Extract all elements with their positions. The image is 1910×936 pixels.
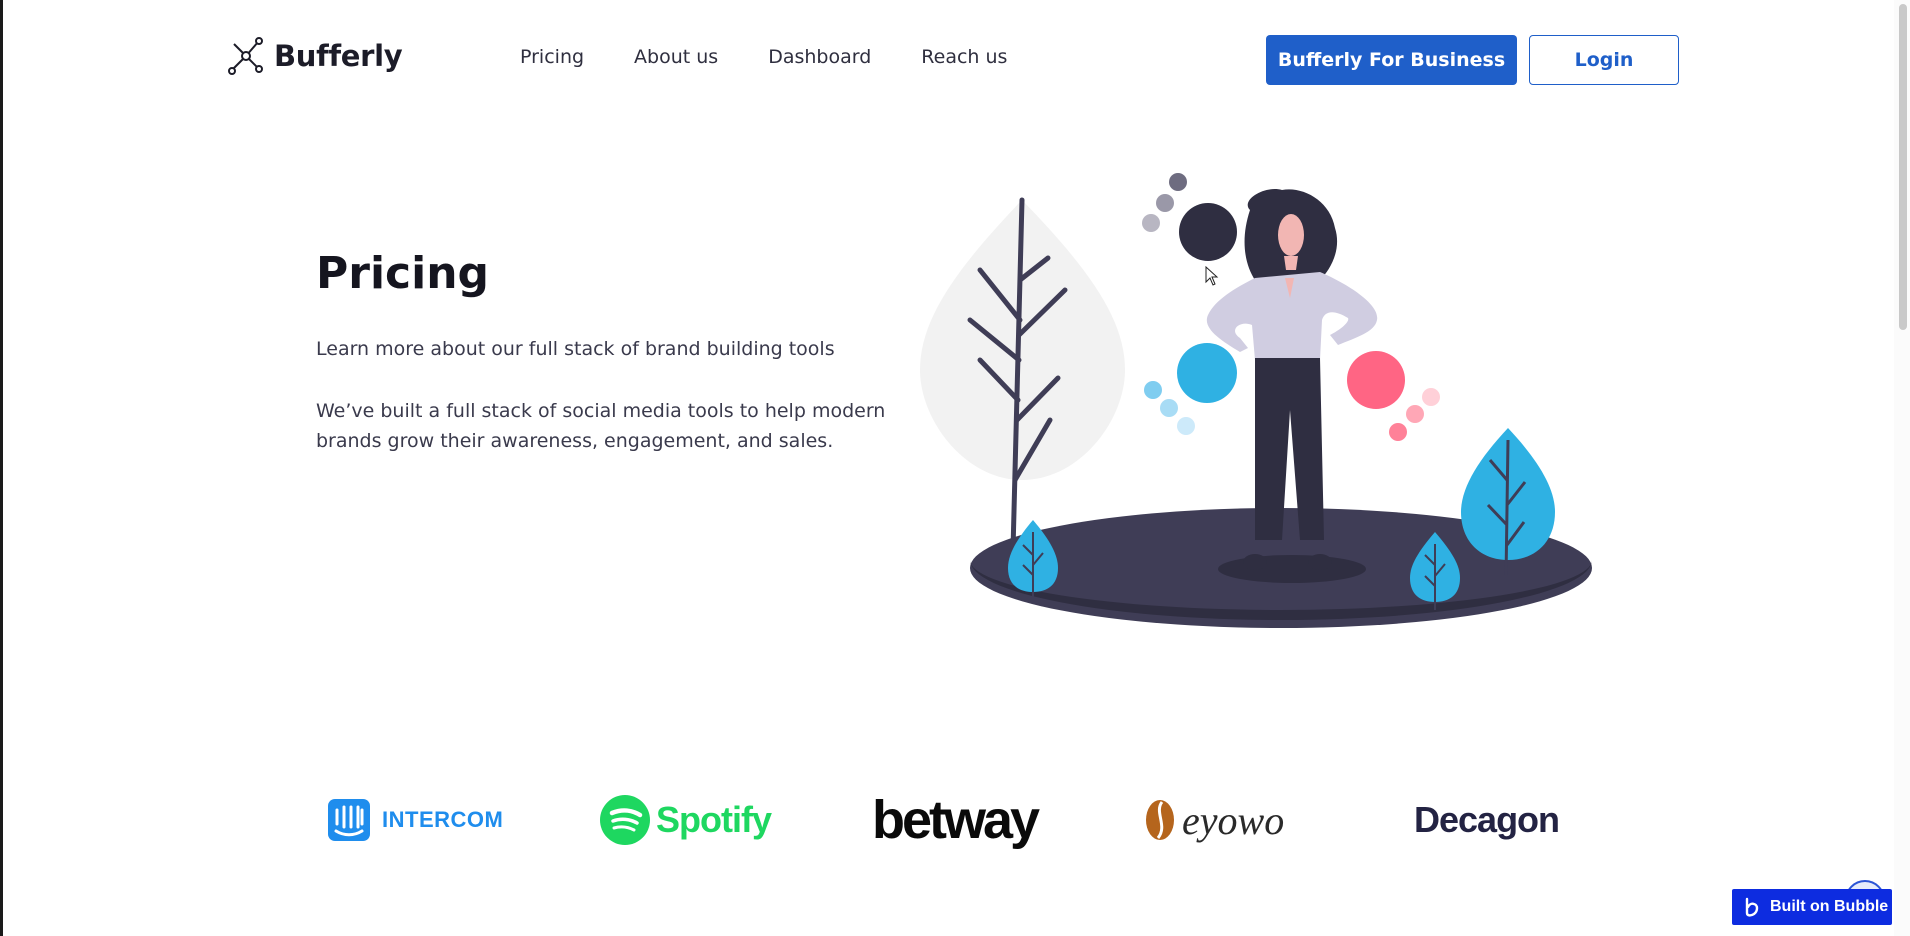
eyowo-logo: eyowo: [1144, 780, 1284, 860]
page-title: Pricing: [316, 248, 490, 299]
main-nav: Pricing About us Dashboard Reach us: [520, 46, 1057, 68]
brand-logo[interactable]: Bufferly: [226, 36, 403, 76]
client-logos-row: INTERCOM Spotify betway eyowo Decagon: [320, 780, 1610, 860]
scrollbar-thumb[interactable]: [1899, 4, 1907, 330]
login-button[interactable]: Login: [1529, 35, 1679, 85]
built-on-bubble-badge[interactable]: Built on Bubble: [1732, 889, 1892, 925]
mouse-pointer-icon: [1205, 266, 1219, 286]
spotify-icon: [600, 795, 650, 845]
intercom-icon: [328, 799, 370, 841]
spotify-logo: Spotify: [600, 780, 772, 860]
hero-subtitle: Learn more about our full stack of brand…: [316, 338, 835, 360]
intercom-logo: INTERCOM: [328, 780, 503, 860]
coffee-bean-icon: [1146, 800, 1174, 840]
nav-item-pricing[interactable]: Pricing: [520, 46, 584, 68]
decagon-logo: Decagon: [1414, 780, 1560, 860]
nav-item-reach-us[interactable]: Reach us: [921, 46, 1007, 68]
nav-item-about-us[interactable]: About us: [634, 46, 718, 68]
business-button[interactable]: Bufferly For Business: [1266, 35, 1517, 85]
spotify-wordmark: Spotify: [656, 799, 772, 840]
bubble-logo-icon: [1745, 897, 1759, 917]
brand-name: Bufferly: [274, 39, 403, 73]
woman-standing-with-plants-illustration: [920, 173, 1592, 628]
eyowo-wordmark: eyowo: [1182, 797, 1285, 843]
badge-label: Built on Bubble: [1770, 898, 1889, 915]
decagon-wordmark: Decagon: [1414, 799, 1560, 840]
left-edge-rule: [0, 0, 3, 936]
network-nodes-icon: [228, 37, 263, 75]
nav-item-dashboard[interactable]: Dashboard: [768, 46, 871, 68]
intercom-wordmark: INTERCOM: [382, 807, 504, 832]
vertical-scrollbar[interactable]: [1894, 0, 1910, 936]
betway-wordmark: betway: [872, 790, 1040, 850]
betway-logo: betway: [872, 780, 1040, 860]
hero-description: We’ve built a full stack of social media…: [316, 400, 886, 452]
